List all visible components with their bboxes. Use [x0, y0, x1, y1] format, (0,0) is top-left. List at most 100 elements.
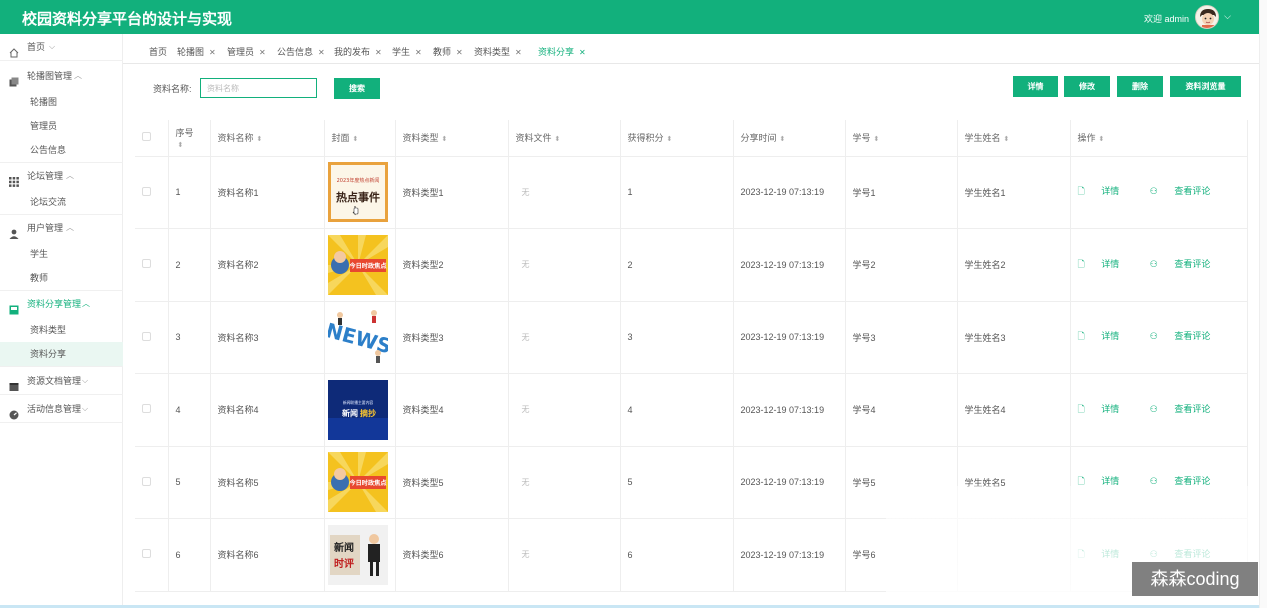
app-title: 校园资料分享平台的设计与实现 [22, 11, 233, 28]
row-checkbox[interactable] [142, 549, 151, 559]
sidebar-group-carousel[interactable]: 轮播图管理 ︿ [0, 63, 123, 89]
row-comments-link[interactable]: ⚇ 查看评论 [1150, 186, 1225, 196]
today-focus-cover: 今日时政焦点 [327, 234, 388, 295]
no-file-text: 无 [521, 332, 530, 342]
edit-button[interactable]: 修改 [1064, 76, 1110, 97]
row-comments-link[interactable]: ⚇ 查看评论 [1150, 331, 1225, 341]
cell-cover[interactable]: 今日时政焦点 [324, 446, 396, 519]
row-comments-label: 查看评论 [1174, 476, 1211, 487]
tab-notice[interactable]: 公告信息 ✕ [277, 45, 325, 58]
tab-home[interactable]: 首页 [149, 45, 167, 58]
tab-label: 公告信息 [277, 47, 314, 57]
sidebar-item-home[interactable]: 首页 ⌵ [0, 34, 123, 60]
column-header[interactable]: 资料名称 ⬍ [210, 120, 325, 157]
comment-user-icon: ⚇ [1149, 186, 1158, 197]
column-header[interactable]: 分享时间 ⬍ [733, 120, 846, 157]
cell-cover[interactable]: 新闻联播主要内容 新闻 摘抄 [324, 373, 396, 447]
column-header[interactable]: 学生姓名 ⬍ [957, 120, 1071, 157]
cell-type: 资料类型1 [395, 156, 509, 229]
table-row[interactable]: 3 资料名称3 NEWS 资料类型3 无 3 2023-12-19 07:13:… [135, 301, 1248, 374]
sidebar-group-share[interactable]: 资料分享管理 ︿ [0, 291, 123, 317]
row-select-cell [135, 156, 169, 229]
sidebar-group-docs[interactable]: 资源文档管理 ⌵ [0, 368, 123, 394]
cell-cover[interactable]: 2023年度热点新闻 热点事件 [324, 156, 396, 229]
tab-my-posts[interactable]: 我的发布 ✕ [334, 45, 382, 58]
close-icon[interactable]: ✕ [209, 48, 216, 57]
select-all-checkbox[interactable] [142, 132, 151, 142]
sidebar-label-home: 首页 [27, 42, 46, 52]
sidebar-item-notice[interactable]: 公告信息 [0, 138, 123, 162]
sidebar-item-admin[interactable]: 管理员 [0, 114, 123, 138]
row-checkbox[interactable] [142, 476, 151, 486]
sidebar-item-forum[interactable]: 论坛交流 [0, 190, 123, 214]
sidebar-group-forum[interactable]: 论坛管理 ︿ [0, 163, 123, 189]
row-comments-link[interactable]: ⚇ 查看评论 [1150, 404, 1225, 414]
tab-admin[interactable]: 管理员 ✕ [227, 45, 266, 58]
close-icon[interactable]: ✕ [515, 48, 522, 57]
close-icon[interactable]: ✕ [579, 48, 586, 57]
cartoon-avatar-icon[interactable] [1195, 5, 1219, 29]
row-checkbox[interactable] [142, 259, 151, 269]
detail-button[interactable]: 详情 [1013, 76, 1058, 97]
tab-material-type[interactable]: 资料类型 ✕ [474, 45, 522, 58]
column-header[interactable]: 学号 ⬍ [845, 120, 958, 157]
column-header[interactable]: 资料文件 ⬍ [508, 120, 621, 157]
cell-cover[interactable]: 今日时政焦点 [324, 228, 396, 302]
cell-no: 4 [168, 373, 211, 447]
close-icon[interactable]: ✕ [456, 48, 463, 57]
column-header[interactable]: 操作 ⬍ [1070, 120, 1248, 157]
chevron-down-icon[interactable]: ⌵ [1224, 11, 1231, 22]
table-row[interactable]: 2 资料名称2 今日时政焦点 资料类型2 无 2 2023-12-19 07:1… [135, 228, 1248, 302]
row-detail-link[interactable]: 🗋 详情 [1078, 404, 1134, 414]
cell-cover[interactable]: NEWS [324, 301, 396, 374]
row-select-cell [135, 518, 169, 592]
tab-teacher[interactable]: 教师 ✕ [433, 45, 463, 58]
row-comments-link[interactable]: ⚇ 查看评论 [1150, 476, 1225, 486]
close-icon[interactable]: ✕ [259, 48, 266, 57]
search-button[interactable]: 搜索 [334, 78, 380, 99]
tab-label: 教师 [433, 47, 452, 57]
close-icon[interactable]: ✕ [375, 48, 382, 57]
row-select-cell [135, 228, 169, 302]
close-icon[interactable]: ✕ [415, 48, 422, 57]
tab-student[interactable]: 学生 ✕ [392, 45, 422, 58]
cell-student-id: 学号4 [845, 373, 958, 447]
cell-actions: 🗋 详情 ⚇ 查看评论 [1070, 228, 1248, 302]
delete-button[interactable]: 删除 [1117, 76, 1163, 97]
row-select-cell [135, 373, 169, 447]
material-name-input[interactable] [200, 78, 317, 98]
column-header[interactable]: 资料类型 ⬍ [395, 120, 509, 157]
sidebar-item-material-share[interactable]: 资料分享 [0, 342, 123, 366]
column-header[interactable]: 序号 ⬍ [168, 120, 211, 157]
cell-time: 2023-12-19 07:13:19 [733, 301, 846, 374]
sidebar-item-student[interactable]: 学生 [0, 242, 123, 266]
row-comments-label: 查看评论 [1174, 186, 1211, 197]
row-checkbox[interactable] [142, 186, 151, 196]
tab-label: 我的发布 [334, 47, 371, 57]
table-row[interactable]: 4 资料名称4 新闻联播主要内容 新闻 摘抄 资料类型4 无 4 2023-12… [135, 373, 1248, 447]
cell-student-id: 学号2 [845, 228, 958, 302]
row-detail-link[interactable]: 🗋 详情 [1078, 476, 1134, 486]
sidebar-item-material-type[interactable]: 资料类型 [0, 318, 123, 342]
chevron-down-icon: ⌵ [49, 42, 56, 51]
sidebar-group-events[interactable]: 活动信息管理 ⌵ [0, 396, 123, 422]
row-comments-link[interactable]: ⚇ 查看评论 [1150, 259, 1225, 269]
row-detail-link[interactable]: 🗋 详情 [1078, 186, 1134, 196]
column-header[interactable]: 封面 ⬍ [324, 120, 396, 157]
table-row[interactable]: 1 资料名称1 2023年度热点新闻 热点事件 资料类型1 无 1 2023-1… [135, 156, 1248, 229]
row-checkbox[interactable] [142, 404, 151, 414]
row-checkbox[interactable] [142, 331, 151, 341]
tab-carousel[interactable]: 轮播图 ✕ [177, 45, 216, 58]
tab-label: 轮播图 [177, 47, 205, 57]
tab-material-share[interactable]: 资料分享 ✕ [538, 45, 586, 58]
sidebar-group-users[interactable]: 用户管理 ︿ [0, 215, 123, 241]
top-bar: 校园资料分享平台的设计与实现 欢迎 admin ⌵ [0, 0, 1259, 34]
sidebar-item-carousel[interactable]: 轮播图 [0, 90, 123, 114]
views-button[interactable]: 资料浏览量 [1170, 76, 1241, 97]
cell-cover[interactable]: 新闻 时评 [324, 518, 396, 592]
sidebar-item-teacher[interactable]: 教师 [0, 266, 123, 290]
close-icon[interactable]: ✕ [318, 48, 325, 57]
row-detail-link[interactable]: 🗋 详情 [1078, 331, 1134, 341]
column-header[interactable]: 获得积分 ⬍ [620, 120, 734, 157]
row-detail-link[interactable]: 🗋 详情 [1078, 259, 1134, 269]
